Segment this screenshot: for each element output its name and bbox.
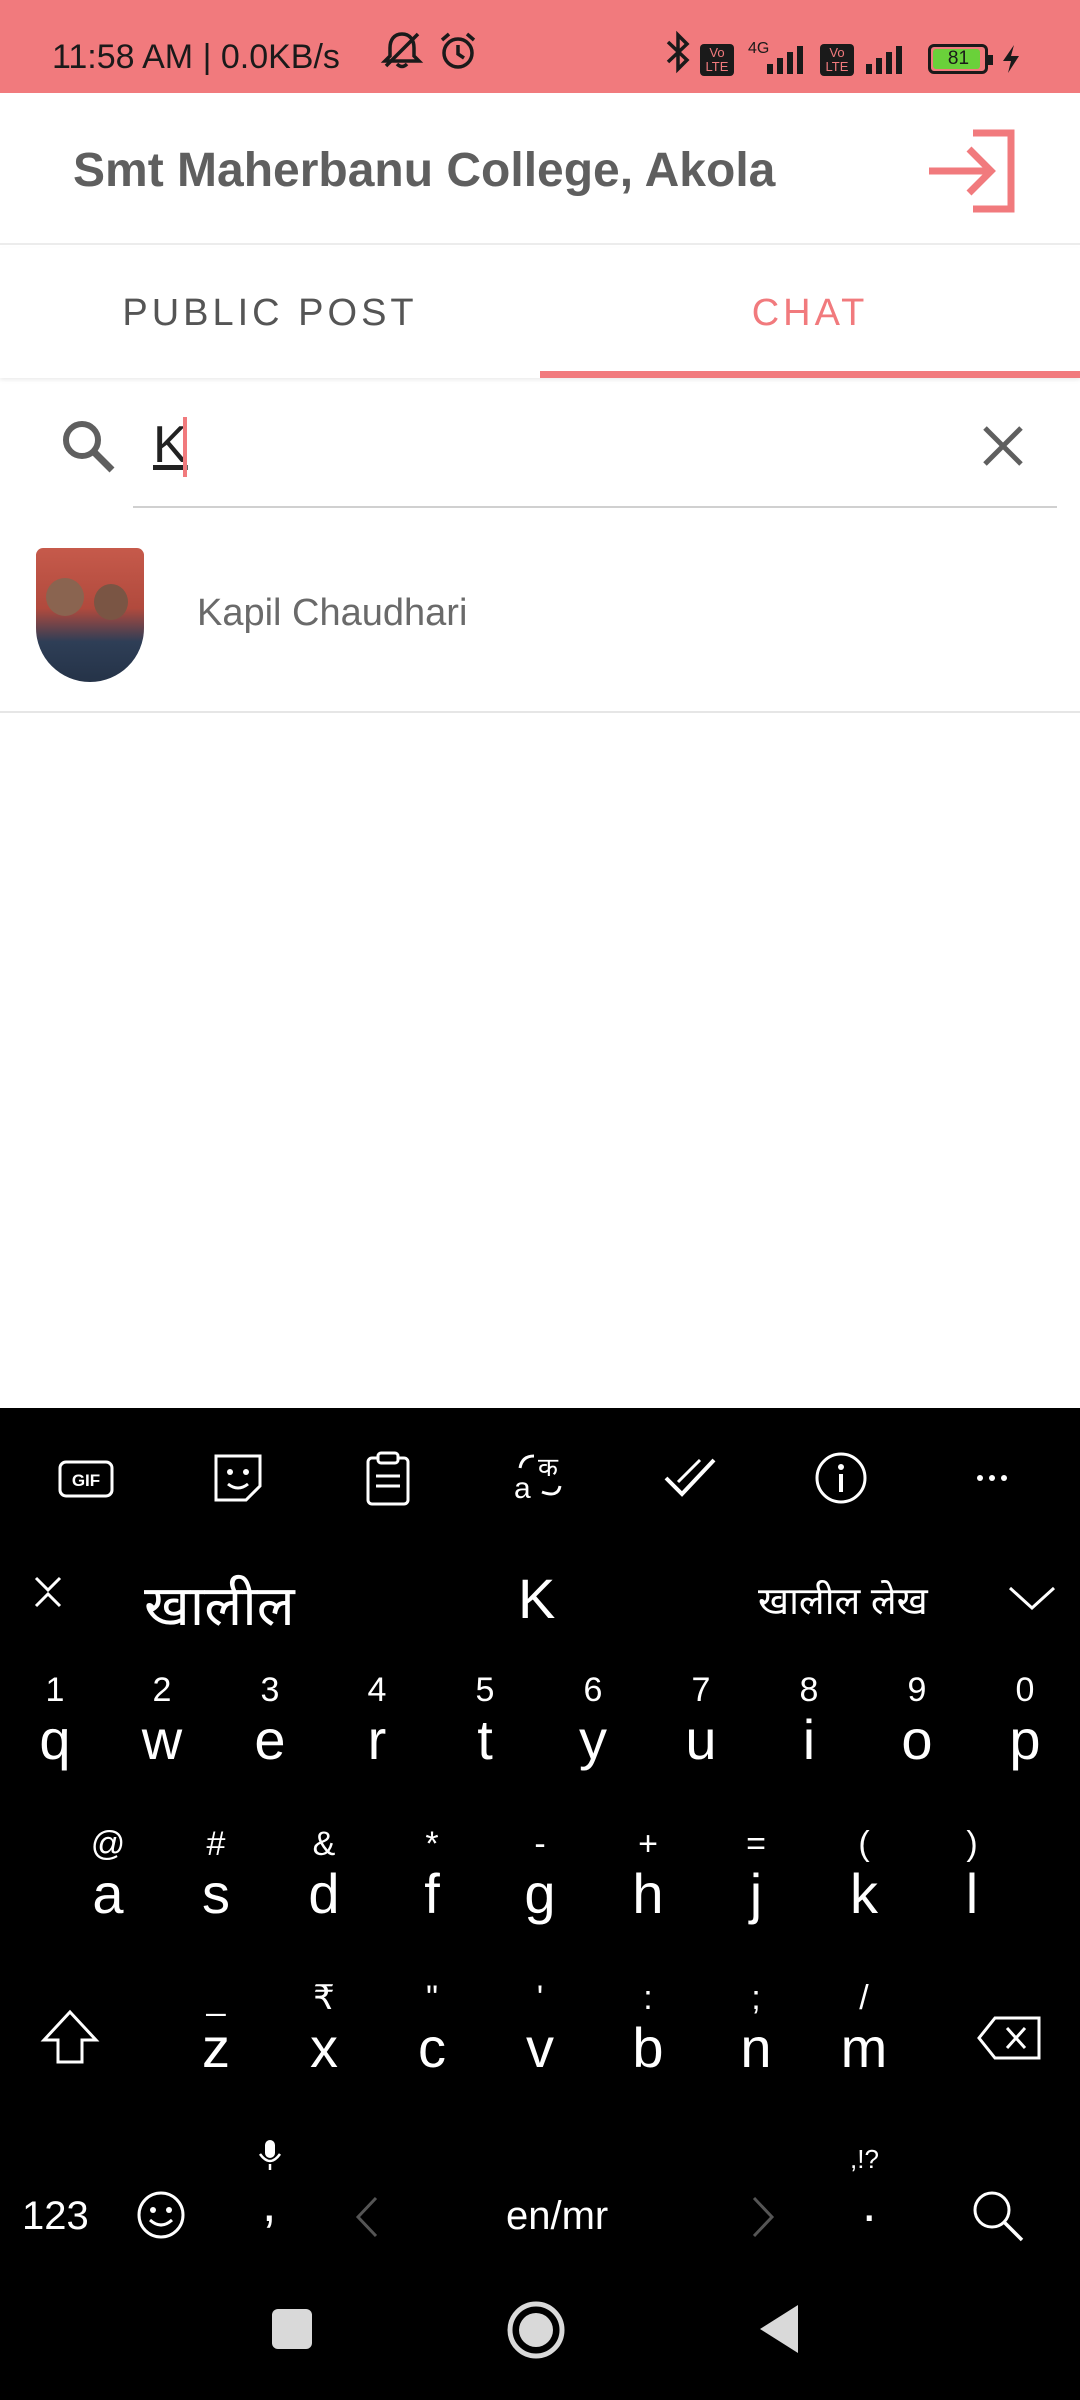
home-icon[interactable] bbox=[507, 2301, 565, 2364]
list-item[interactable]: Kapil Chaudhari bbox=[0, 530, 1080, 713]
battery-level: 81 bbox=[947, 48, 970, 69]
tab-bar: PUBLIC POST CHAT bbox=[0, 248, 1080, 378]
comma-key[interactable]: , bbox=[250, 2138, 290, 2258]
key-o[interactable]: 9o bbox=[867, 1668, 967, 1768]
close-icon[interactable] bbox=[975, 418, 1031, 479]
tab-chat[interactable]: CHAT bbox=[540, 248, 1080, 378]
page-title: Smt Maherbanu College, Akola bbox=[73, 144, 776, 197]
clipboard-icon[interactable] bbox=[348, 1438, 428, 1518]
translate-icon[interactable]: aक bbox=[498, 1438, 578, 1518]
status-time: 11:58 AM | 0.0KB/s bbox=[52, 38, 340, 76]
key-h[interactable]: + h bbox=[598, 1822, 698, 1922]
chevron-left-icon bbox=[352, 2192, 382, 2247]
signal-icon bbox=[765, 44, 813, 79]
recents-icon[interactable] bbox=[270, 2307, 314, 2356]
mute-icon bbox=[380, 30, 424, 75]
chevron-down-icon[interactable] bbox=[1004, 1578, 1060, 1623]
svg-text:क: क bbox=[538, 1453, 559, 1483]
suggestion-center[interactable]: K bbox=[518, 1566, 555, 1631]
tab-public-post[interactable]: PUBLIC POST bbox=[0, 248, 540, 378]
gif-icon[interactable]: GIF bbox=[46, 1438, 126, 1518]
key-k[interactable]: (k bbox=[814, 1822, 914, 1922]
bluetooth-icon bbox=[663, 30, 693, 79]
period-key[interactable]: ,!? . bbox=[848, 2138, 898, 2258]
key-e[interactable]: 3e bbox=[220, 1668, 320, 1768]
suggestion-left[interactable]: खालील bbox=[144, 1566, 295, 1642]
alarm-icon bbox=[436, 30, 480, 77]
key-y[interactable]: 6y bbox=[543, 1668, 643, 1768]
key-w[interactable]: 2w bbox=[112, 1668, 212, 1768]
navigation-bar bbox=[0, 2263, 1080, 2400]
active-tab-indicator bbox=[540, 371, 1080, 378]
back-icon[interactable] bbox=[758, 2303, 802, 2360]
emoji-icon[interactable] bbox=[134, 2188, 188, 2247]
key-v[interactable]: ' v bbox=[490, 1976, 590, 2076]
volte-icon-2: Vo LTE bbox=[820, 44, 854, 76]
key-b[interactable]: :b bbox=[598, 1976, 698, 2076]
key-f[interactable]: * f bbox=[382, 1822, 482, 1922]
space-bar[interactable]: en/mr bbox=[506, 2194, 608, 2239]
chevron-right-icon bbox=[748, 2192, 778, 2247]
key-c[interactable]: " c bbox=[382, 1976, 482, 2076]
checkmark-icon[interactable] bbox=[650, 1438, 730, 1518]
info-icon[interactable] bbox=[801, 1438, 881, 1518]
app-header: Smt Maherbanu College, Akola bbox=[0, 93, 1080, 245]
charging-icon bbox=[1000, 44, 1022, 79]
key-m[interactable]: / m bbox=[814, 1976, 914, 2076]
shift-icon[interactable] bbox=[38, 2006, 102, 2075]
sticker-icon[interactable] bbox=[198, 1438, 278, 1518]
search-icon bbox=[58, 416, 118, 481]
backspace-icon[interactable] bbox=[975, 2014, 1045, 2067]
avatar bbox=[36, 548, 144, 682]
key-r[interactable]: 4r bbox=[327, 1668, 427, 1768]
search-icon[interactable] bbox=[968, 2186, 1028, 2251]
key-j[interactable]: = j bbox=[706, 1822, 806, 1922]
status-bar: 11:58 AM | 0.0KB/s Vo LTE 4G Vo LTE 81 bbox=[0, 0, 1080, 93]
svg-text:GIF: GIF bbox=[72, 1471, 100, 1490]
search-underline bbox=[133, 506, 1057, 508]
numbers-key[interactable]: 123 bbox=[22, 2194, 89, 2239]
key-n[interactable]: ; n bbox=[706, 1976, 806, 2076]
text-cursor bbox=[183, 417, 187, 477]
login-icon[interactable] bbox=[925, 127, 1021, 220]
key-l[interactable]: ) l bbox=[922, 1822, 1022, 1922]
volte-icon: Vo LTE bbox=[700, 44, 734, 76]
battery-icon: 81 bbox=[928, 44, 993, 74]
key-g[interactable]: -g bbox=[490, 1822, 590, 1922]
microphone-icon bbox=[256, 2138, 284, 2177]
more-icon[interactable] bbox=[952, 1438, 1032, 1518]
signal-icon-2 bbox=[864, 44, 912, 79]
key-a[interactable]: @ a bbox=[58, 1822, 158, 1922]
key-t[interactable]: 5t bbox=[435, 1668, 535, 1768]
collapse-suggestions-icon[interactable] bbox=[28, 1570, 68, 1619]
key-p[interactable]: 0p bbox=[975, 1668, 1075, 1768]
key-q[interactable]: 1q bbox=[5, 1668, 105, 1768]
key-u[interactable]: 7u bbox=[651, 1668, 751, 1768]
suggestion-right[interactable]: खालील लेख bbox=[758, 1574, 928, 1626]
svg-text:a: a bbox=[514, 1472, 531, 1505]
contact-name: Kapil Chaudhari bbox=[197, 592, 468, 634]
key-z[interactable]: _ z bbox=[166, 1976, 266, 2076]
key-s[interactable]: # s bbox=[166, 1822, 266, 1922]
key-d[interactable]: & d bbox=[274, 1822, 374, 1922]
key-x[interactable]: ₹ x bbox=[274, 1976, 374, 2076]
key-i[interactable]: 8i bbox=[759, 1668, 859, 1768]
keyboard: GIF aक खालील K खालील लेख 1q 2w 3e 4r 5t … bbox=[0, 1408, 1080, 2263]
